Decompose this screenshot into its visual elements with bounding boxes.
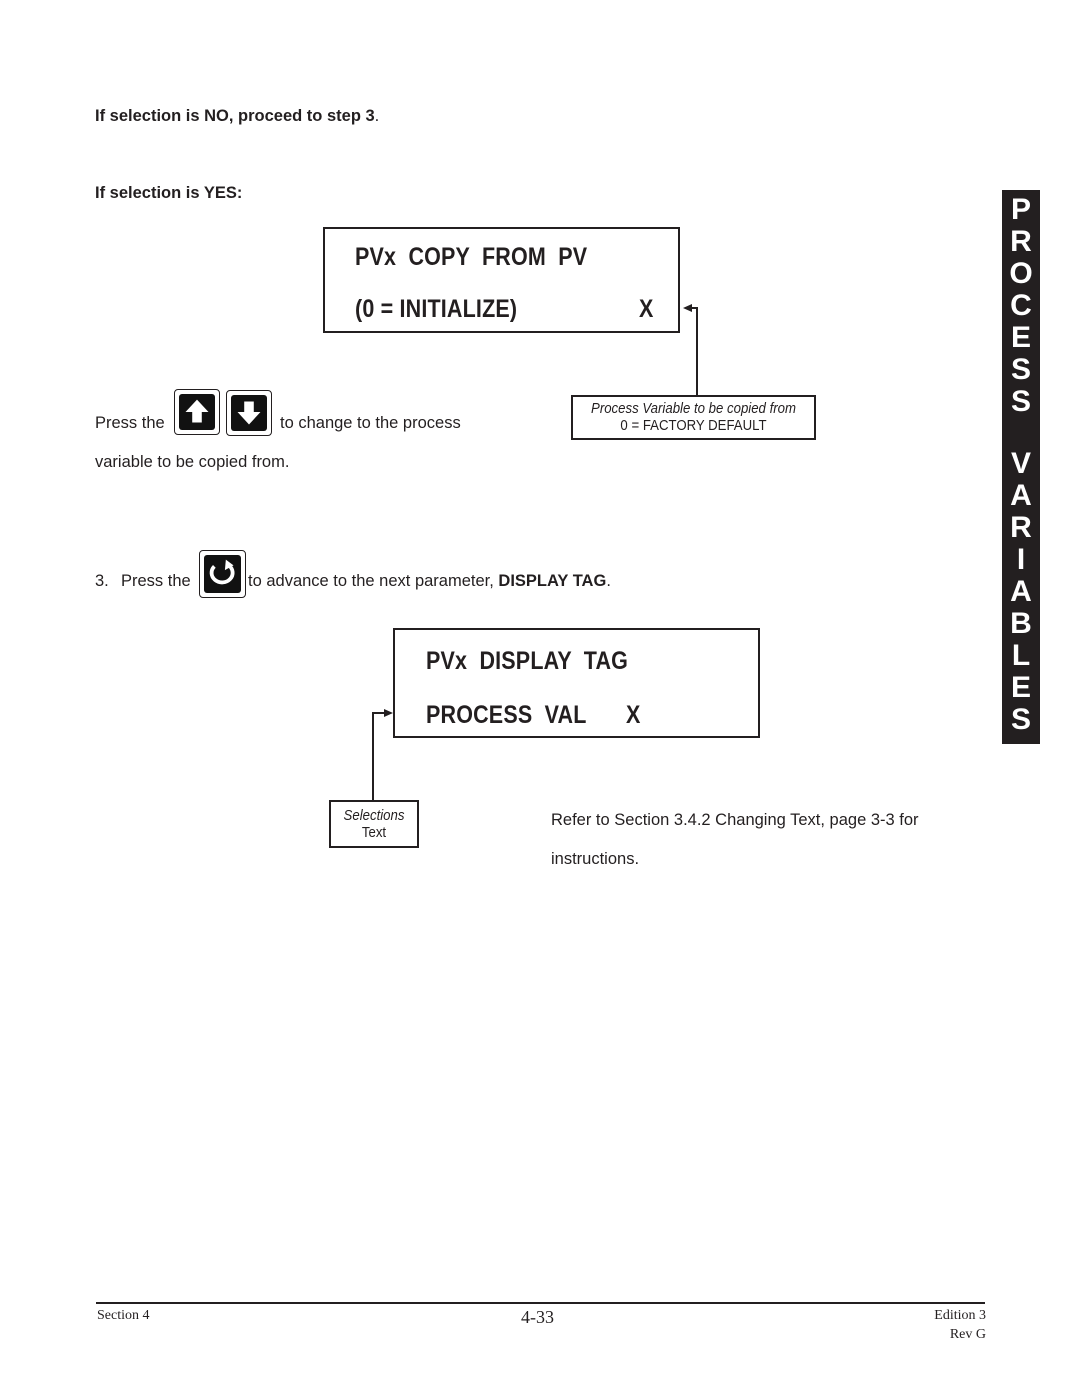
side-tab-letter: E [1010,671,1031,704]
side-tab-letter: O [1009,257,1033,290]
side-tab-letter: A [1010,479,1032,512]
side-tab-letter: P [1010,193,1031,226]
side-tab-letter: S [1010,385,1031,418]
side-tab-letter: E [1010,321,1031,354]
side-tab-letter: L [1011,639,1031,672]
side-tab-letter: V [1010,447,1031,480]
footer-edition: Edition 3 [934,1308,986,1323]
footer-section: Section 4 [97,1308,150,1323]
side-tab-letter: I [1016,543,1026,576]
refer-line-2: instructions. [551,850,640,868]
side-tab-process-variables: P R O C E S S V A R I A B L E S [1002,190,1040,744]
side-tab-letter: S [1010,703,1031,736]
connector-copy-source [686,307,698,395]
connector-copy-arrowhead [683,304,692,312]
callout-connectors [372,304,698,800]
side-tab-letter: A [1010,575,1032,608]
side-tab-letter: R [1010,511,1032,544]
side-tab-letter: R [1010,225,1032,258]
refer-line-1: Refer to Section 3.4.2 Changing Text, pa… [551,811,919,829]
footer-page-number: 4-33 [521,1307,554,1327]
footer-rule [96,1302,985,1304]
side-tab-letter: B [1010,607,1032,640]
connector-selections [372,712,388,800]
side-tab-letter: C [1010,289,1032,322]
connector-selections-arrowhead [384,709,393,717]
side-tab-letter: S [1010,353,1031,386]
footer-rev: Rev G [949,1327,986,1342]
